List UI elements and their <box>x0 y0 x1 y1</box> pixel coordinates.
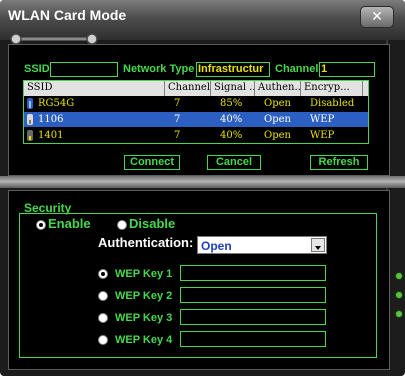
channel-field[interactable]: 1 <box>319 62 375 77</box>
network-encryption: Disabled <box>310 98 355 109</box>
authentication-value: Open <box>201 239 232 253</box>
ssid-label: SSID <box>24 63 50 75</box>
status-led-icon <box>396 311 402 317</box>
network-encryption: WEP <box>310 130 335 141</box>
wep-key-4-input[interactable] <box>180 331 326 347</box>
network-authentication: Open <box>264 114 291 125</box>
network-authentication: Open <box>264 98 291 109</box>
network-authentication: Open <box>264 130 291 141</box>
channel-label: Channel <box>275 63 319 75</box>
column-header-encryption[interactable]: Encryp... <box>301 81 363 96</box>
network-channel: 7 <box>174 114 181 125</box>
chevron-down-icon[interactable] <box>311 238 325 252</box>
close-button[interactable]: ✕ <box>360 6 394 28</box>
column-header-channel[interactable]: Channel <box>165 81 211 96</box>
column-header-ssid[interactable]: SSID <box>24 81 165 96</box>
column-header-authentication[interactable]: Authen... <box>255 81 301 96</box>
network-channel: 7 <box>174 130 181 141</box>
network-signal: 40% <box>220 130 243 141</box>
panel-divider <box>0 176 405 188</box>
wep-key-2-input[interactable] <box>180 287 326 303</box>
window-title: WLAN Card Mode <box>8 7 127 23</box>
wep-key-3-input[interactable] <box>180 309 326 325</box>
enable-label[interactable]: Enable <box>48 216 91 231</box>
network-encryption: WEP <box>310 114 335 125</box>
cancel-button[interactable]: Cancel <box>207 155 261 170</box>
network-channel: 7 <box>174 98 181 109</box>
status-led-icon <box>396 273 402 279</box>
wlan-card-mode-window: WLAN Card Mode ✕ SSID Network Type Infra… <box>0 0 405 376</box>
network-ssid: RG54G <box>38 98 75 109</box>
wep-key-3-radio[interactable] <box>98 313 108 323</box>
status-led-icon <box>396 292 402 298</box>
disable-label[interactable]: Disable <box>129 216 175 231</box>
network-signal: 85% <box>220 98 243 109</box>
wep-key-2-radio[interactable] <box>98 291 108 301</box>
network-signal: 40% <box>220 114 243 125</box>
close-icon: ✕ <box>371 9 383 25</box>
column-header-signal[interactable]: Signal ... <box>211 81 255 96</box>
wireless-signal-icon <box>27 114 33 125</box>
authentication-label: Authentication: <box>98 235 194 250</box>
network-ssid: 1106 <box>38 114 64 125</box>
network-row[interactable]: 1401 7 40% Open WEP <box>24 128 368 143</box>
wep-key-1-radio[interactable] <box>98 269 108 279</box>
network-type-label: Network Type <box>123 63 195 75</box>
ssid-input[interactable] <box>50 62 118 77</box>
wep-key-3-label: WEP Key 3 <box>115 312 173 324</box>
disable-radio[interactable] <box>117 220 127 230</box>
network-row[interactable]: RG54G 7 85% Open Disabled <box>24 96 368 111</box>
wep-key-1-label: WEP Key 1 <box>115 268 173 280</box>
network-list-header: SSID Channel Signal ... Authen... Encryp… <box>24 81 368 96</box>
authentication-select[interactable]: Open <box>197 236 327 254</box>
refresh-button[interactable]: Refresh <box>310 155 368 170</box>
network-row[interactable]: 1106 7 40% Open WEP <box>24 112 368 127</box>
enable-radio[interactable] <box>36 220 46 230</box>
wireless-signal-icon <box>27 98 33 109</box>
network-list[interactable]: SSID Channel Signal ... Authen... Encryp… <box>23 80 369 144</box>
connect-button[interactable]: Connect <box>124 155 180 170</box>
wireless-signal-icon <box>27 130 33 141</box>
network-type-field[interactable]: Infrastructur <box>196 62 270 77</box>
wep-key-1-input[interactable] <box>180 265 326 281</box>
wep-key-4-label: WEP Key 4 <box>115 334 173 346</box>
wep-key-2-label: WEP Key 2 <box>115 290 173 302</box>
wep-key-4-radio[interactable] <box>98 335 108 345</box>
network-ssid: 1401 <box>38 130 64 141</box>
